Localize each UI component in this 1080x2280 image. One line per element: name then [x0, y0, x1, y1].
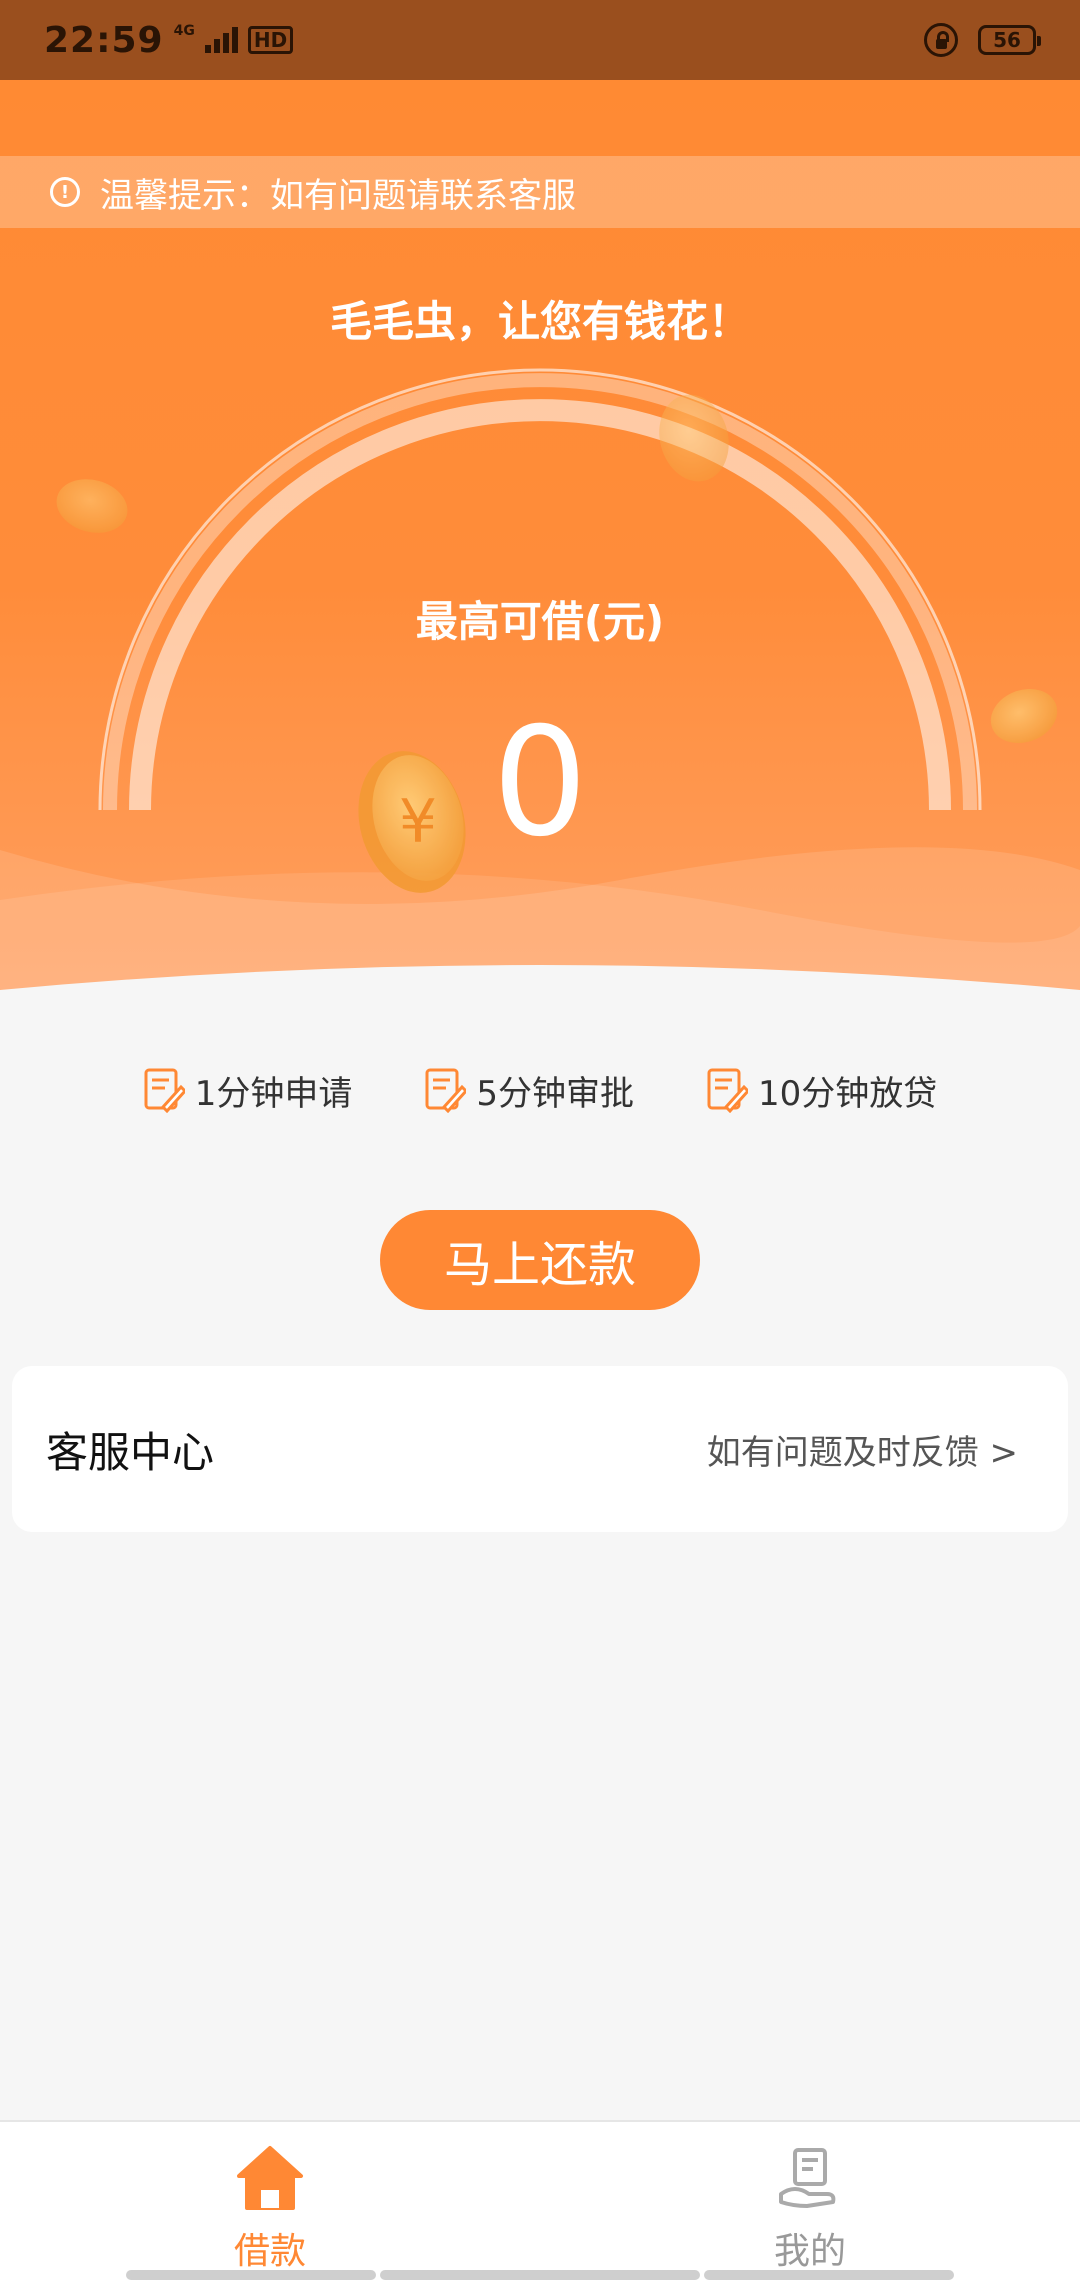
notice-bar: ! 温馨提示：如有问题请联系客服: [0, 156, 1080, 228]
profile-hand-icon: [779, 2148, 836, 2208]
status-time: 22:59: [44, 19, 164, 61]
edit-note-icon: [707, 1068, 748, 1113]
battery-icon: 56: [978, 25, 1041, 55]
feature-label: 10分钟放贷: [758, 1073, 938, 1114]
nav-label-mine: 我的: [773, 2231, 846, 2272]
features-row: 1分钟申请 5分钟审批 10分钟放贷: [0, 1060, 1080, 1120]
lock-icon: [924, 23, 958, 57]
hero-banner: ¥ ! 温馨提示：如有问题请联系客服 毛毛虫，让您有钱花！ 最高可借(元) 0: [0, 80, 1080, 1000]
home-indicator: [704, 2270, 954, 2280]
service-center-card[interactable]: 客服中心 如有问题及时反馈 >: [12, 1366, 1068, 1532]
home-indicator: [380, 2270, 700, 2280]
service-center-title: 客服中心: [46, 1427, 215, 1477]
edit-note-icon: [144, 1068, 185, 1113]
feature-item: 5分钟审批: [424, 1066, 634, 1115]
status-right: 56: [924, 23, 1041, 57]
feature-label: 1分钟申请: [194, 1073, 353, 1114]
hd-badge: HD: [247, 26, 294, 54]
signal-icon: [204, 27, 238, 53]
repay-now-button[interactable]: 马上还款: [380, 1210, 700, 1310]
bottom-nav: 借款 我的: [0, 2120, 1080, 2280]
battery-level: 56: [993, 28, 1021, 52]
network-label: 4G: [173, 23, 195, 39]
feature-item: 1分钟申请: [143, 1066, 353, 1115]
limit-label: 最高可借(元): [415, 597, 665, 646]
nav-label-borrow: 借款: [233, 2231, 306, 2272]
home-indicator: [126, 2270, 376, 2280]
notice-text: 温馨提示：如有问题请联系客服: [100, 175, 576, 216]
feedback-link[interactable]: 如有问题及时反馈 >: [707, 1425, 1018, 1474]
feature-item: 10分钟放贷: [706, 1066, 937, 1115]
home-icon: [237, 2146, 303, 2210]
slogan: 毛毛虫，让您有钱花！: [329, 297, 750, 346]
nav-item-borrow[interactable]: 借款: [0, 2122, 540, 2280]
info-icon: !: [50, 177, 80, 207]
nav-item-mine[interactable]: 我的: [540, 2122, 1080, 2280]
edit-note-icon: [425, 1068, 467, 1113]
status-bar: 22:59 4G HD 56: [0, 0, 1080, 80]
limit-value: 0: [492, 696, 588, 870]
status-left: 22:59 4G HD: [44, 19, 294, 61]
feature-label: 5分钟审批: [476, 1073, 634, 1114]
coin-icon: [56, 479, 128, 533]
